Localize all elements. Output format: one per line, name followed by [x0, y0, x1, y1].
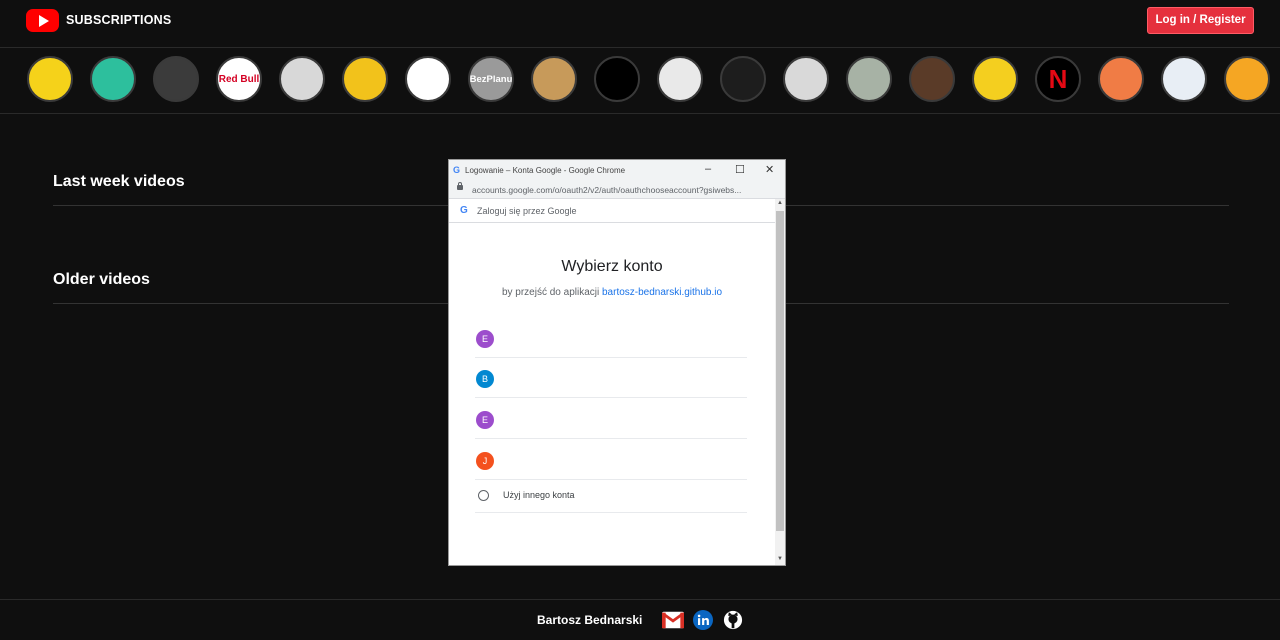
channel-avatar-label: N	[1048, 63, 1068, 94]
account-circle-icon	[478, 490, 489, 501]
channel-avatar[interactable]	[153, 56, 199, 102]
channel-avatar[interactable]	[405, 56, 451, 102]
channel-avatar[interactable]	[1098, 56, 1144, 102]
header: SUBSCRIPTIONS Log in / Register	[0, 0, 1280, 48]
youtube-play-icon[interactable]	[26, 9, 59, 32]
author-name: Bartosz Bednarski	[537, 613, 643, 627]
scrollbar-thumb[interactable]	[776, 211, 784, 531]
account-avatar: E	[476, 330, 494, 348]
google-signin-popup[interactable]: G Logowanie – Konta Google - Google Chro…	[448, 159, 786, 566]
channel-avatar[interactable]	[594, 56, 640, 102]
channel-avatar[interactable]	[27, 56, 73, 102]
window-titlebar[interactable]: G Logowanie – Konta Google - Google Chro…	[449, 160, 785, 181]
account-row[interactable]: E	[475, 318, 747, 358]
channel-avatar[interactable]	[1224, 56, 1270, 102]
close-icon[interactable]: ✕	[765, 163, 774, 176]
google-g-icon: G	[453, 165, 461, 175]
channel-avatar[interactable]: N	[1035, 56, 1081, 102]
account-row[interactable]: E	[475, 399, 747, 439]
use-another-account-label: Użyj innego konta	[503, 490, 575, 500]
channel-avatar[interactable]	[972, 56, 1018, 102]
maximize-icon[interactable]: ☐	[735, 163, 745, 176]
brand-title[interactable]: SUBSCRIPTIONS	[66, 13, 171, 27]
choose-account-title: Wybierz konto	[561, 258, 663, 275]
scroll-down-icon[interactable]: ▼	[777, 556, 783, 562]
account-avatar: B	[476, 370, 494, 388]
login-register-button[interactable]: Log in / Register	[1147, 7, 1254, 34]
channel-avatar[interactable]	[783, 56, 829, 102]
choose-account-subtitle: by przejść do aplikacji bartosz-bednarsk…	[449, 287, 775, 298]
address-bar[interactable]: accounts.google.com/o/oauth2/v2/auth/oau…	[449, 181, 785, 199]
channel-avatar-label: Red Bull	[218, 73, 260, 85]
channel-avatar[interactable]	[720, 56, 766, 102]
last-week-videos-heading: Last week videos	[53, 173, 185, 190]
channel-avatar[interactable]	[342, 56, 388, 102]
google-g-icon: G	[460, 205, 468, 216]
app-link[interactable]: bartosz-bednarski.github.io	[602, 287, 722, 298]
channel-avatar[interactable]	[846, 56, 892, 102]
channel-avatar[interactable]	[90, 56, 136, 102]
address-url: accounts.google.com/o/oauth2/v2/auth/oau…	[472, 185, 742, 195]
older-videos-heading: Older videos	[53, 271, 150, 288]
channel-avatar[interactable]	[1161, 56, 1207, 102]
channel-avatar[interactable]	[909, 56, 955, 102]
channel-avatar[interactable]	[531, 56, 577, 102]
signin-header: G Zaloguj się przez Google	[449, 199, 775, 223]
channel-avatar[interactable]	[279, 56, 325, 102]
account-row[interactable]: J	[475, 440, 747, 480]
channel-avatar[interactable]	[657, 56, 703, 102]
subtitle-text: by przejść do aplikacji	[501, 287, 602, 298]
scrollbar[interactable]: ▲ ▼	[775, 199, 785, 565]
window-title: Logowanie – Konta Google - Google Chrome	[465, 166, 626, 175]
use-another-account[interactable]: Użyj innego konta	[475, 480, 747, 513]
account-row[interactable]: B	[475, 358, 747, 398]
minimize-icon[interactable]: –	[705, 163, 711, 175]
account-avatar: J	[476, 452, 494, 470]
lock-icon	[457, 182, 463, 190]
signin-header-label: Zaloguj się przez Google	[477, 206, 577, 216]
gmail-icon[interactable]	[662, 610, 684, 630]
channel-avatar[interactable]: BezPlanu	[468, 56, 514, 102]
github-icon[interactable]	[722, 610, 744, 630]
scroll-up-icon[interactable]: ▲	[777, 200, 783, 206]
footer: Bartosz Bednarski	[0, 599, 1280, 640]
linkedin-icon[interactable]	[692, 610, 714, 630]
account-avatar: E	[476, 411, 494, 429]
channel-avatar[interactable]: Red Bull	[216, 56, 262, 102]
channel-strip: Red Bull BezPlanu N	[0, 48, 1280, 114]
channel-avatar-label: BezPlanu	[469, 73, 513, 85]
